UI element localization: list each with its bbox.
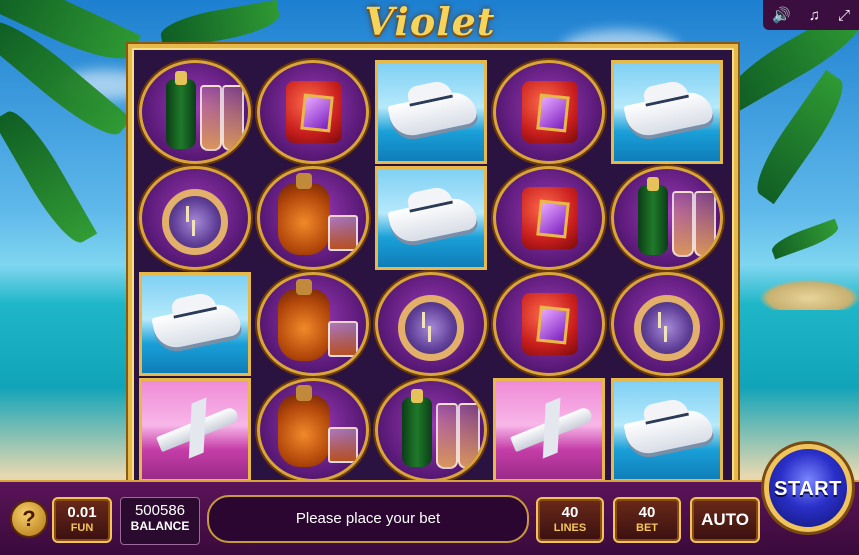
game-title-logo: Violet Vacation (334, 0, 524, 88)
symbol-ring (493, 60, 605, 164)
ring-icon (522, 81, 578, 143)
fullscreen-icon[interactable]: ⤢ (838, 7, 850, 24)
champagne-bottle-icon (402, 389, 432, 467)
bet-label: BET (636, 522, 658, 534)
champagne-bottle-icon (638, 177, 668, 255)
lines-value: 40 (561, 504, 579, 521)
champagne-glass-icon (222, 85, 244, 151)
watch-icon (162, 189, 228, 255)
symbol-watch (139, 166, 251, 270)
plane-icon (510, 405, 594, 453)
symbol-watch (611, 272, 723, 376)
ring-icon (286, 81, 342, 143)
sound-icon[interactable]: 🔊 (772, 6, 791, 24)
coin-value-button[interactable]: 0.01 FUN (52, 497, 112, 543)
symbol-yacht (375, 166, 487, 270)
help-button[interactable]: ? (10, 500, 48, 538)
reel-column (254, 56, 372, 482)
symbol-ring (493, 272, 605, 376)
champagne-glass-icon (436, 403, 458, 469)
top-controls: 🔊 ♫ ⤢ (763, 0, 859, 30)
watch-icon (634, 295, 700, 361)
yacht-icon (623, 88, 715, 140)
champagne-glass-icon (200, 85, 222, 151)
reel-column (490, 56, 608, 482)
whiskey-glass-icon (328, 215, 358, 251)
symbol-yacht (611, 378, 723, 482)
symbol-plane (139, 378, 251, 482)
symbol-yacht (375, 60, 487, 164)
start-button[interactable]: START (764, 440, 854, 548)
bet-value: 40 (638, 504, 656, 521)
lines-button[interactable]: 40 LINES (536, 497, 604, 543)
lines-label: LINES (553, 522, 587, 534)
symbol-champagne (611, 166, 723, 270)
balance-display: 500586 BALANCE (120, 497, 200, 545)
watch-icon (398, 295, 464, 361)
reel-column (608, 56, 726, 482)
yacht-icon (151, 300, 243, 352)
coin-label: FUN (70, 522, 94, 534)
island (760, 280, 859, 310)
symbol-yacht (611, 60, 723, 164)
symbol-champagne (375, 378, 487, 482)
symbol-yacht (139, 272, 251, 376)
ring-icon (522, 187, 578, 249)
music-icon[interactable]: ♫ (809, 7, 820, 24)
start-label: START (774, 478, 842, 500)
symbol-cognac (257, 166, 369, 270)
symbol-watch (375, 272, 487, 376)
yacht-icon (387, 88, 479, 140)
champagne-glass-icon (458, 403, 480, 469)
symbol-cognac (257, 272, 369, 376)
reel-column (136, 56, 254, 482)
symbol-cognac (257, 378, 369, 482)
whiskey-glass-icon (328, 321, 358, 357)
symbol-champagne (139, 60, 251, 164)
yacht-icon (623, 406, 715, 458)
reel-area (128, 44, 738, 488)
coin-value: 0.01 (67, 504, 97, 521)
plane-icon (156, 405, 240, 453)
champagne-bottle-icon (166, 71, 196, 149)
symbol-plane (493, 378, 605, 482)
champagne-glass-icon (672, 191, 694, 257)
balance-label: BALANCE (130, 519, 190, 533)
status-message: Please place your bet (207, 495, 529, 543)
bet-button[interactable]: 40 BET (613, 497, 681, 543)
champagne-glass-icon (694, 191, 716, 257)
symbol-ring (257, 60, 369, 164)
yacht-icon (387, 194, 479, 246)
whiskey-glass-icon (328, 427, 358, 463)
ring-icon (522, 293, 578, 355)
balance-value: 500586 (134, 502, 186, 519)
cognac-bottle-icon (278, 173, 330, 255)
cognac-bottle-icon (278, 385, 330, 467)
cognac-bottle-icon (278, 279, 330, 361)
symbol-ring (493, 166, 605, 270)
auto-button[interactable]: AUTO (690, 497, 760, 543)
reel-column (372, 56, 490, 482)
